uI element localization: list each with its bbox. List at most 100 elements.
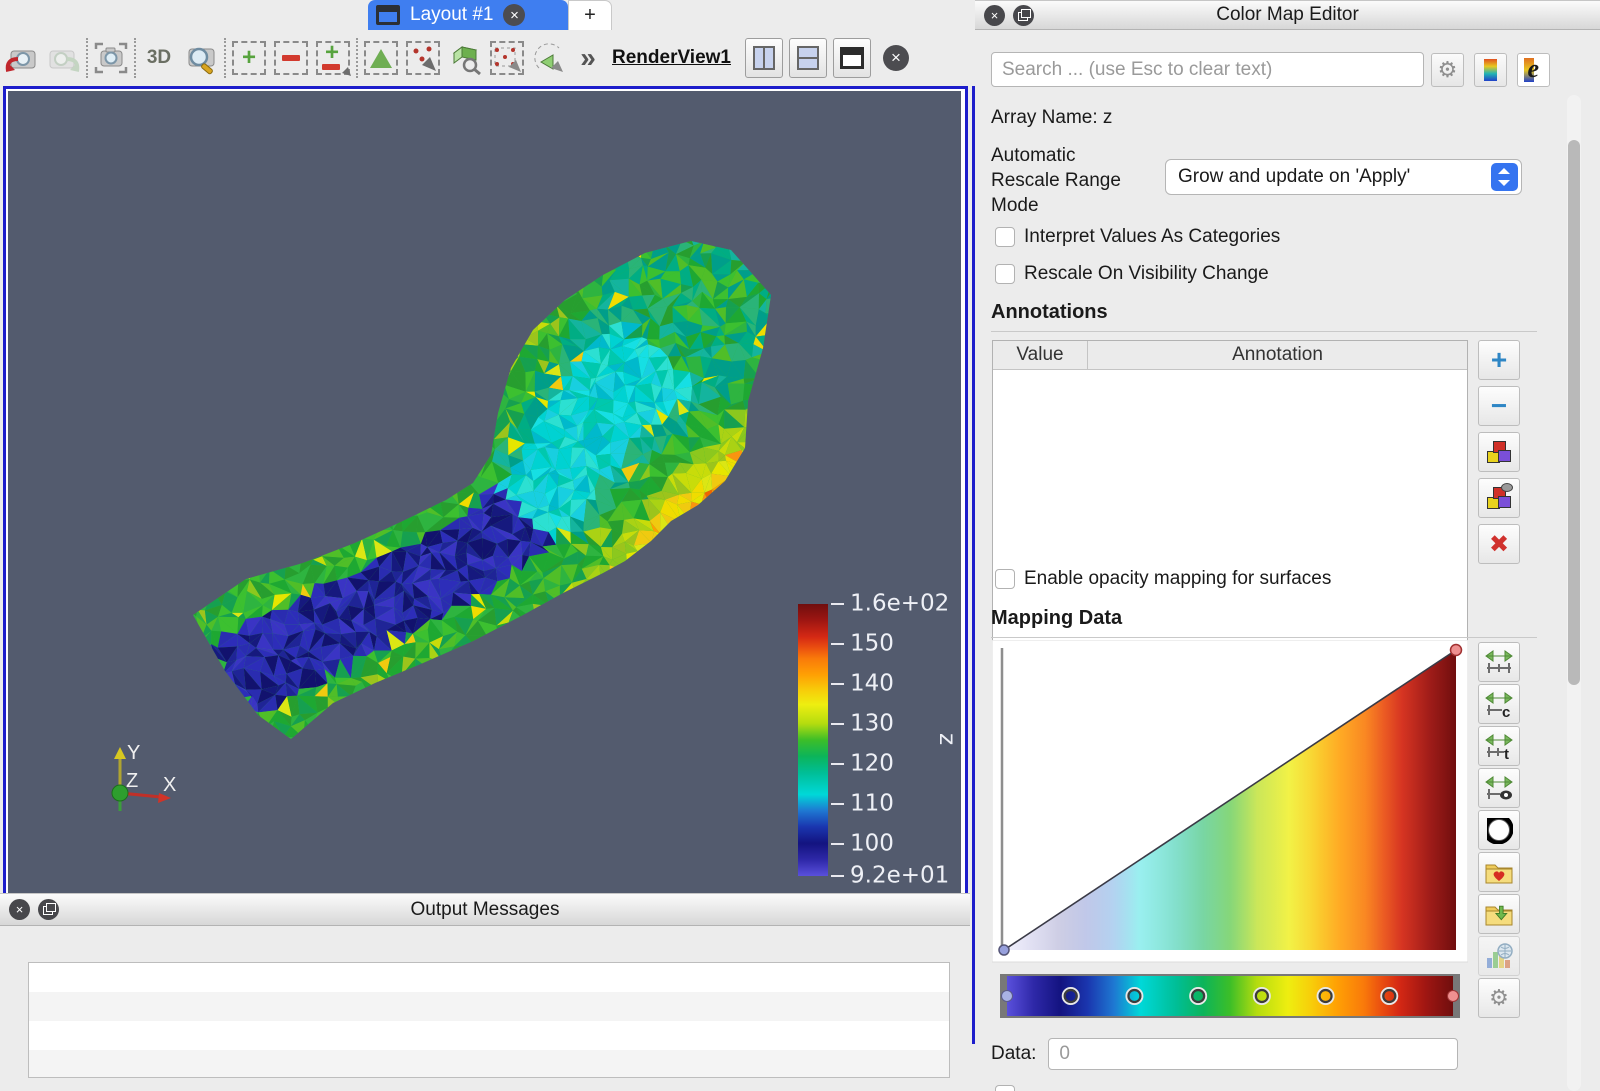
opacity-control-point-start[interactable] bbox=[999, 945, 1009, 955]
search-options-button[interactable]: ⚙ bbox=[1431, 53, 1464, 87]
rescale-visibility-label: Rescale On Visibility Change bbox=[1024, 263, 1269, 285]
color-legend-title: z bbox=[934, 733, 960, 745]
invert-transfer-function-button[interactable] bbox=[1478, 810, 1520, 850]
annotations-col-annotation[interactable]: Annotation bbox=[1088, 344, 1467, 366]
partial-checkbox[interactable] bbox=[995, 1085, 1015, 1091]
points-cursor-icon bbox=[408, 43, 438, 73]
annotations-col-value[interactable]: Value bbox=[993, 341, 1088, 369]
gear-icon: ⚙ bbox=[1489, 986, 1509, 1011]
camera-undo-icon bbox=[4, 41, 38, 75]
save-to-preset-button[interactable] bbox=[1478, 894, 1520, 934]
select-points-through-button[interactable] bbox=[486, 35, 528, 81]
panel-scrollbar[interactable] bbox=[1567, 95, 1581, 1091]
rescale-to-data-range-button[interactable] bbox=[1478, 642, 1520, 682]
edit-color-legend-button[interactable]: e bbox=[1517, 53, 1550, 87]
rescale-to-custom-range-button[interactable]: c bbox=[1478, 684, 1520, 724]
scrollbar-thumb[interactable] bbox=[1568, 140, 1580, 685]
add-active-annotations-button[interactable] bbox=[1478, 478, 1520, 518]
color-transfer-bar[interactable] bbox=[1007, 976, 1453, 1016]
color-map-editor-title: Color Map Editor bbox=[975, 4, 1600, 26]
add-active-values-button[interactable] bbox=[1478, 432, 1520, 472]
zoom-to-data-button[interactable] bbox=[180, 35, 222, 81]
add-annotation-button[interactable]: + bbox=[1478, 340, 1520, 380]
opacity-mapping-label: Enable opacity mapping for surfaces bbox=[1024, 568, 1331, 590]
legend-tick-label: 130 bbox=[850, 710, 894, 736]
render-view-frame: 1.6e+021501401301201101009.2e+01 z Y Z X bbox=[3, 86, 968, 902]
camera-redo-icon bbox=[46, 41, 80, 75]
compute-histogram-button[interactable] bbox=[1478, 936, 1520, 976]
legend-tick bbox=[831, 643, 844, 645]
select-cells-through-button[interactable] bbox=[360, 35, 402, 81]
select-cells-polygon-button[interactable]: + bbox=[312, 35, 354, 81]
render-viewport[interactable]: 1.6e+021501401301201101009.2e+01 z Y Z X bbox=[8, 91, 961, 895]
message-row bbox=[29, 1050, 949, 1078]
rescale-mode-dropdown[interactable]: Grow and update on 'Apply' bbox=[1165, 159, 1522, 195]
legend-tick-label: 140 bbox=[850, 670, 894, 696]
svg-text:t: t bbox=[1504, 746, 1509, 760]
interactive-select-cells-button[interactable] bbox=[528, 35, 570, 81]
cursor-arrow-icon bbox=[340, 65, 352, 77]
interpret-categories-checkbox[interactable] bbox=[995, 227, 1015, 247]
toolbar-overflow-button[interactable]: » bbox=[570, 35, 604, 81]
tab-close-icon[interactable]: × bbox=[503, 4, 525, 26]
axis-z-label: Z bbox=[126, 770, 138, 792]
camera-undo-button[interactable] bbox=[0, 35, 42, 81]
3d-mode-label: 3D bbox=[147, 47, 171, 69]
remove-annotation-button[interactable]: − bbox=[1478, 386, 1520, 426]
render-view-title[interactable]: RenderView1 bbox=[612, 47, 731, 69]
render-view-colormap-button[interactable] bbox=[1474, 53, 1507, 87]
choose-preset-button[interactable] bbox=[1478, 852, 1520, 892]
maximize-view-button[interactable] bbox=[833, 38, 871, 78]
new-layout-tab-button[interactable]: + bbox=[568, 0, 612, 30]
maximize-icon bbox=[840, 47, 864, 69]
select-minus-icon bbox=[282, 55, 300, 61]
annotations-header: Annotations bbox=[991, 301, 1537, 332]
data-field-label: Data: bbox=[991, 1043, 1036, 1065]
application-window: Layout #1 × + bbox=[0, 0, 1600, 1091]
cell-triangle-icon bbox=[370, 49, 392, 68]
camera-redo-button[interactable] bbox=[42, 35, 84, 81]
zoom-to-box-button[interactable] bbox=[444, 35, 486, 81]
output-messages-list[interactable] bbox=[28, 962, 950, 1078]
capture-screenshot-button[interactable] bbox=[90, 35, 132, 81]
rescale-mode-label: Automatic Rescale Range Mode bbox=[991, 143, 1141, 218]
advanced-options-button[interactable]: ⚙ bbox=[1478, 978, 1520, 1018]
array-name-label: Array Name: z bbox=[991, 107, 1112, 129]
close-view-button[interactable]: × bbox=[877, 38, 915, 78]
opacity-mapping-row: Enable opacity mapping for surfaces bbox=[995, 568, 1331, 590]
transfer-function-editor[interactable] bbox=[992, 640, 1468, 1022]
color-legend[interactable]: 1.6e+021501401301201101009.2e+01 z bbox=[793, 596, 958, 886]
toggle-3d-interaction-button[interactable]: 3D bbox=[138, 35, 180, 81]
legend-tick bbox=[831, 875, 844, 877]
rescale-to-visible-range-button[interactable] bbox=[1478, 768, 1520, 808]
rescale-over-time-button[interactable]: t bbox=[1478, 726, 1520, 766]
data-value-input[interactable] bbox=[1048, 1038, 1458, 1070]
color-control-point[interactable] bbox=[1002, 991, 1013, 1002]
select-cells-on-button[interactable]: + bbox=[228, 35, 270, 81]
axis-x-label: X bbox=[163, 774, 176, 796]
select-plus-icon: + bbox=[242, 46, 256, 70]
search-input[interactable] bbox=[991, 52, 1424, 87]
tab-layout-1[interactable]: Layout #1 × bbox=[368, 0, 568, 30]
legend-tick bbox=[831, 683, 844, 685]
legend-tick-label: 1.6e+02 bbox=[850, 590, 949, 616]
overflow-chevrons-icon: » bbox=[580, 42, 594, 74]
rescale-visibility-checkbox[interactable] bbox=[995, 264, 1015, 284]
svg-text:c: c bbox=[1502, 704, 1510, 718]
colored-squares-icon bbox=[1487, 441, 1511, 463]
minus-icon: − bbox=[1491, 392, 1507, 420]
interactive-select-points-button[interactable] bbox=[402, 35, 444, 81]
toolbar-separator bbox=[224, 38, 226, 78]
interpret-categories-label: Interpret Values As Categories bbox=[1024, 226, 1280, 248]
split-horizontal-button[interactable] bbox=[745, 38, 783, 78]
split-vertical-button[interactable] bbox=[789, 38, 827, 78]
opacity-control-point-end[interactable] bbox=[1451, 645, 1462, 656]
legend-tick-label: 9.2e+01 bbox=[850, 862, 949, 888]
color-map-editor-panel: × Color Map Editor ⚙ e Array Name: z Aut… bbox=[975, 0, 1600, 1091]
mapping-data-header: Mapping Data bbox=[991, 607, 1537, 638]
select-points-on-button[interactable] bbox=[270, 35, 312, 81]
opacity-mapping-checkbox[interactable] bbox=[995, 569, 1015, 589]
remove-all-annotations-button[interactable]: ✖ bbox=[1478, 524, 1520, 564]
color-control-point[interactable] bbox=[1448, 991, 1459, 1002]
message-row bbox=[29, 963, 949, 992]
